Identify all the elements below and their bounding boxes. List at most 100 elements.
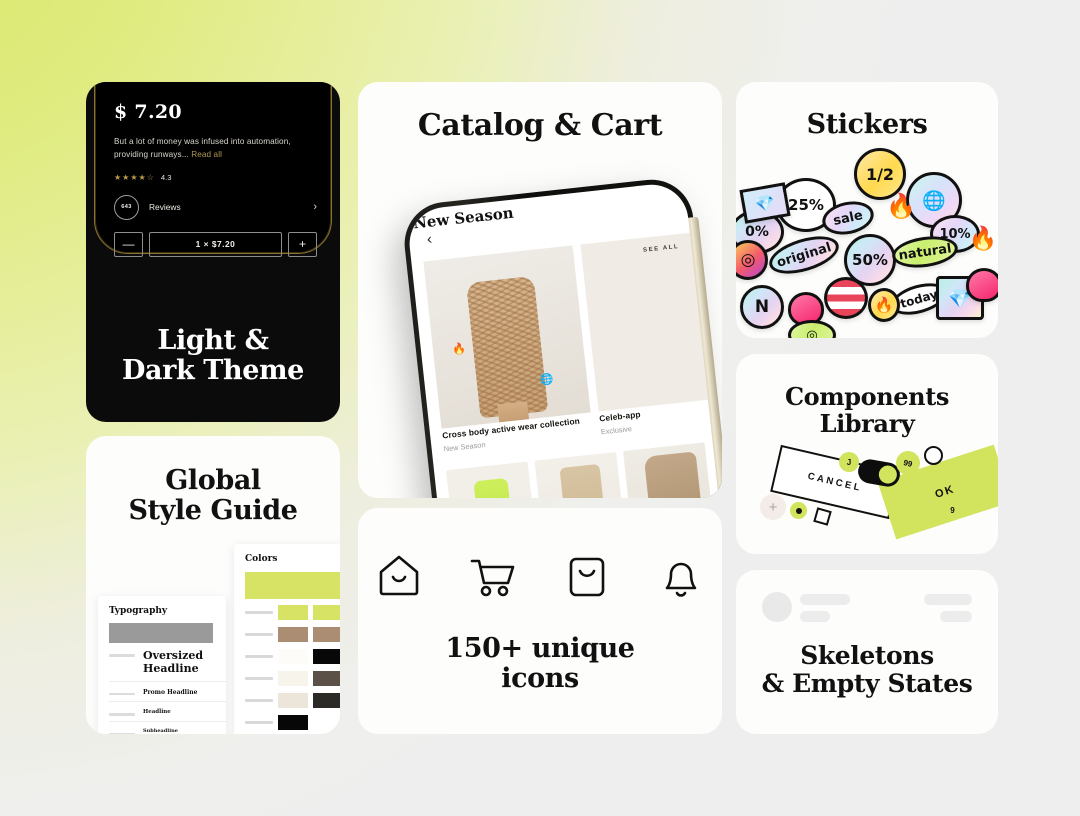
quantity-value: 1 × $7.20 bbox=[149, 231, 282, 257]
theme-title-line2: Dark Theme bbox=[122, 355, 304, 387]
read-all-link[interactable]: Read all bbox=[191, 150, 222, 159]
color-swatch bbox=[313, 671, 340, 686]
components-title-line2: Library bbox=[819, 408, 915, 438]
color-swatch bbox=[313, 693, 340, 708]
phone-body: ‹ New Season 🔥 🌐 SEE ALL Cross body acti… bbox=[400, 175, 722, 498]
color-swatch bbox=[278, 627, 308, 642]
catalog-phone-mockup: ‹ New Season 🔥 🌐 SEE ALL Cross body acti… bbox=[400, 175, 722, 498]
sticker-chart-icon: Ν bbox=[740, 285, 784, 329]
dress-graphic bbox=[465, 275, 549, 419]
color-label-placeholder bbox=[245, 611, 273, 614]
color-swatch-rows bbox=[245, 604, 340, 731]
color-swatch bbox=[313, 605, 340, 620]
badge-j: J bbox=[839, 452, 859, 472]
card-catalog-cart[interactable]: Catalog & Cart ‹ New Season 🔥 🌐 SEE ALL bbox=[358, 82, 722, 498]
typography-sample: Oversized Headline bbox=[143, 649, 204, 675]
skeleton-bar-3 bbox=[924, 594, 972, 605]
typography-meta-placeholder bbox=[109, 713, 135, 716]
color-swatch bbox=[278, 671, 308, 686]
skeleton-bar-4 bbox=[940, 611, 972, 622]
sticker-flame-1: 🔥 bbox=[886, 192, 916, 220]
rating-row: ★★★★☆ 4.3 bbox=[114, 173, 317, 182]
typography-row: Oversized Headline bbox=[109, 649, 226, 682]
reviews-label: Reviews bbox=[149, 202, 181, 213]
product-tile-row bbox=[446, 442, 717, 498]
typography-rows: Oversized Headline Promo Headline Headline… bbox=[109, 649, 226, 734]
sticker-instagram: ◎ bbox=[736, 240, 768, 280]
product-price: $ 7.20 bbox=[114, 101, 182, 123]
color-swatch-row bbox=[245, 692, 340, 709]
product-tile-pants[interactable] bbox=[534, 451, 628, 498]
color-swatch bbox=[278, 693, 308, 708]
typography-panel: Typography Oversized Headline Promo Headl… bbox=[98, 596, 226, 734]
sticker-heart-2 bbox=[966, 268, 998, 302]
card-title-icons: 150+ unique icons bbox=[358, 633, 722, 695]
rating-value: 4.3 bbox=[160, 172, 172, 182]
colors-heading: Colors bbox=[245, 554, 278, 564]
add-button[interactable]: + bbox=[760, 494, 786, 520]
product-tile-top[interactable] bbox=[446, 461, 540, 498]
skeleton-bar-1 bbox=[800, 594, 850, 605]
typography-meta-placeholder bbox=[109, 692, 135, 696]
color-swatch-row bbox=[245, 714, 340, 731]
typography-placeholder-bar bbox=[109, 623, 213, 643]
card-components-library[interactable]: Components Library CANCEL OK J 99 9 + bbox=[736, 354, 998, 554]
card-title-stickers: Stickers bbox=[806, 109, 928, 140]
sticker-flame-2: 🔥 bbox=[868, 288, 900, 322]
icons-title-line2: icons bbox=[501, 663, 579, 695]
card-global-style-guide[interactable]: Global Style Guide Colors Typography Ove… bbox=[86, 436, 340, 734]
color-label-placeholder bbox=[245, 699, 273, 702]
card-title-theme: Light & Dark Theme bbox=[86, 325, 340, 387]
skeleton-title-line2: & Empty States bbox=[761, 669, 973, 698]
typography-row: Subheadline bbox=[109, 727, 226, 734]
sticker-flame-3: 🔥 bbox=[968, 225, 998, 252]
card-light-dark-theme[interactable]: $ 7.20 But a lot of money was infused in… bbox=[86, 82, 340, 422]
color-swatch bbox=[278, 605, 308, 620]
color-label-placeholder bbox=[245, 633, 273, 636]
color-swatch-row bbox=[245, 604, 340, 621]
reviews-row[interactable]: 643 Reviews › bbox=[114, 194, 317, 220]
hero-product-image[interactable] bbox=[423, 245, 591, 429]
radio-checked[interactable] bbox=[790, 502, 807, 519]
color-swatch bbox=[313, 649, 340, 664]
increment-button[interactable]: + bbox=[288, 231, 317, 257]
icons-title-line1: 150+ unique bbox=[445, 633, 635, 664]
card-icons[interactable]: 150+ unique icons bbox=[358, 508, 722, 734]
decrement-button[interactable]: — bbox=[114, 231, 143, 257]
back-icon[interactable]: ‹ bbox=[426, 231, 433, 248]
color-swatch-row bbox=[245, 670, 340, 687]
badge-9: 9 bbox=[944, 502, 961, 519]
hero-title: New Season bbox=[412, 203, 515, 233]
typography-sample: Subheadline bbox=[143, 727, 178, 734]
radio-unchecked[interactable] bbox=[924, 446, 943, 465]
checkbox-unchecked[interactable] bbox=[813, 507, 832, 526]
colors-panel: Colors bbox=[234, 544, 340, 734]
product-tile-hoodie[interactable] bbox=[623, 442, 717, 498]
showcase-grid: $ 7.20 But a lot of money was infused in… bbox=[0, 0, 1080, 816]
color-swatch bbox=[278, 649, 308, 664]
color-swatch bbox=[313, 627, 340, 642]
typography-sample: Promo Headline bbox=[143, 688, 198, 696]
dark-theme-phone-preview: $ 7.20 But a lot of money was infused in… bbox=[94, 82, 332, 257]
quantity-stepper[interactable]: — 1 × $7.20 + bbox=[114, 231, 317, 257]
typography-heading: Typography bbox=[109, 606, 168, 616]
color-label-placeholder bbox=[245, 655, 273, 658]
color-label-placeholder bbox=[245, 677, 273, 680]
sticker-usa-flag bbox=[824, 277, 868, 319]
color-swatch-row bbox=[245, 648, 340, 665]
see-all-link[interactable]: SEE ALL bbox=[643, 244, 680, 254]
card-title-skeletons: Skeletons & Empty States bbox=[736, 642, 998, 698]
typography-meta-placeholder bbox=[109, 732, 135, 734]
side-product-image[interactable]: SEE ALL bbox=[580, 232, 710, 412]
components-title-line1: Components bbox=[784, 382, 950, 411]
typography-row: Headline bbox=[109, 709, 226, 722]
star-rating-icon: ★★★★☆ bbox=[114, 172, 155, 182]
bell-icon bbox=[655, 550, 707, 607]
card-stickers[interactable]: Stickers 0% 25% 1/2 sale 🌐 10% original … bbox=[736, 82, 998, 338]
sticker-natural: natural bbox=[890, 232, 960, 272]
review-count-badge: 643 bbox=[114, 194, 139, 220]
icon-showcase-row bbox=[358, 550, 722, 607]
skeleton-avatar bbox=[762, 592, 792, 622]
card-skeletons-empty-states[interactable]: Skeletons & Empty States bbox=[736, 570, 998, 734]
typography-row: Promo Headline bbox=[109, 688, 226, 703]
